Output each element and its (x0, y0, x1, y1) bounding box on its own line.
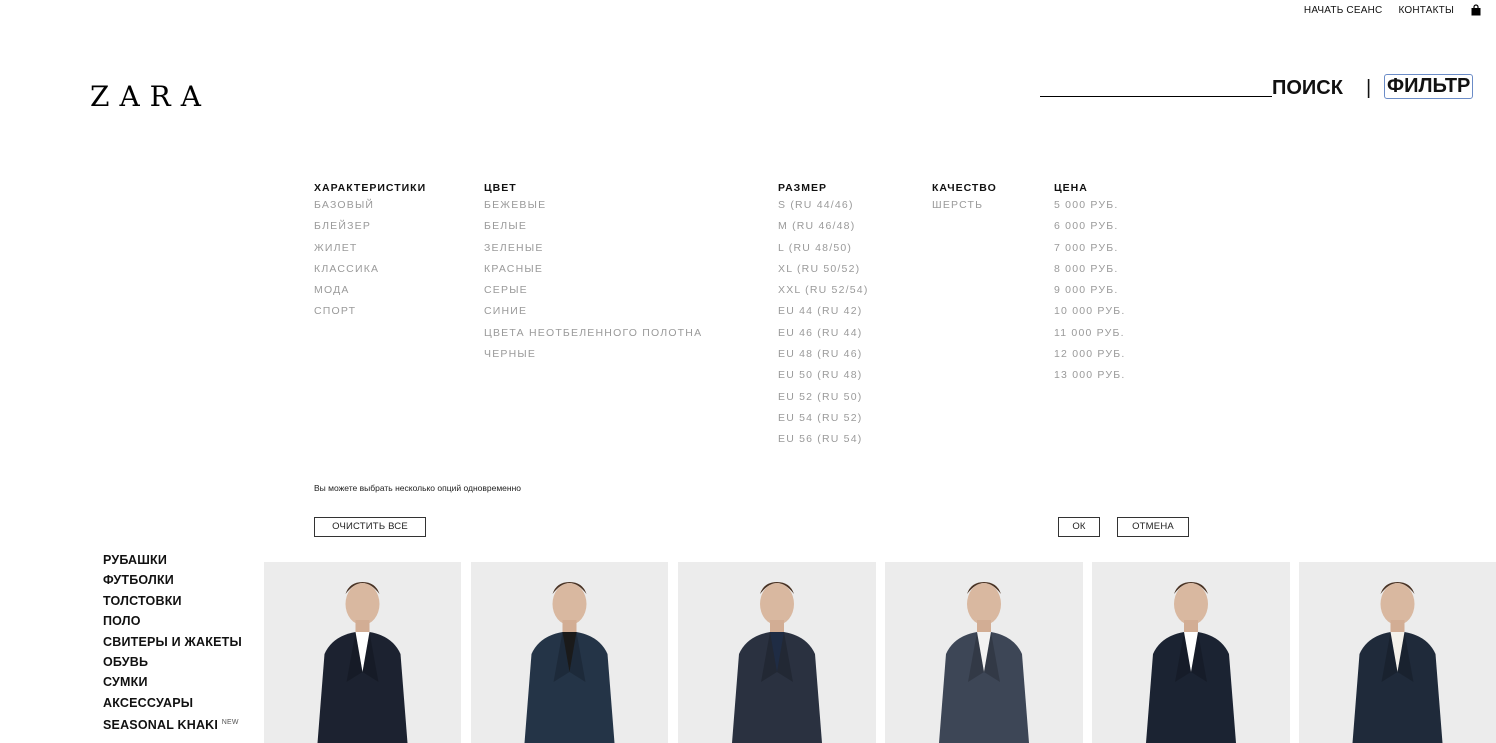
category-menu: РУБАШКИ ФУТБОЛКИ ТОЛСТОВКИ ПОЛО СВИТЕРЫ И ЖА… (103, 555, 263, 743)
filter-option-color[interactable]: ЗЕЛЕНЫЕ (484, 242, 702, 263)
filter-option-size[interactable]: EU 48 (RU 46) (778, 348, 869, 369)
category-label: СВИТЕРЫ И ЖАКЕТЫ (103, 634, 242, 649)
category-item[interactable]: СВИТЕРЫ И ЖАКЕТЫ (103, 632, 263, 652)
product-image (1092, 562, 1290, 743)
filter-option-size[interactable]: EU 50 (RU 48) (778, 369, 869, 390)
filter-option-size[interactable]: S (RU 44/46) (778, 199, 869, 220)
product-image (1299, 562, 1496, 743)
category-item[interactable]: АКСЕССУАРЫ (103, 693, 263, 713)
filter-option-size[interactable]: L (RU 48/50) (778, 242, 869, 263)
filter-option-characteristics[interactable]: ЖИЛЕТ (314, 242, 426, 263)
filter-option-characteristics[interactable]: БЛЕЙЗЕР (314, 220, 426, 241)
product-card[interactable] (885, 562, 1083, 743)
category-label: ПОЛО (103, 614, 141, 629)
category-item[interactable]: SEASONAL KHAKI NEW (103, 713, 263, 733)
filter-column-quality: КАЧЕСТВО ШЕРСТЬ (932, 182, 997, 220)
category-label: ТОЛСТОВКИ (103, 593, 182, 608)
filter-heading: РАЗМЕР (778, 182, 827, 194)
category-item[interactable]: ОБУВЬ (103, 652, 263, 672)
filter-option-size[interactable]: XXL (RU 52/54) (778, 284, 869, 305)
filter-heading: КАЧЕСТВО (932, 182, 997, 194)
filter-option-characteristics[interactable]: КЛАССИКА (314, 263, 426, 284)
product-card[interactable] (678, 562, 876, 743)
filter-option-price[interactable]: 10 000 РУБ. (1054, 305, 1125, 326)
filter-column-color: ЦВЕТ БЕЖЕВЫЕ БЕЛЫЕ ЗЕЛЕНЫЕ КРАСНЫЕ СЕРЫЕ СИНИ… (484, 182, 702, 369)
product-image (471, 562, 668, 743)
product-image (264, 562, 461, 743)
filter-heading: ХАРАКТЕРИСТИКИ (314, 182, 427, 194)
product-card[interactable] (471, 562, 668, 743)
filter-option-color[interactable]: ЧЕРНЫЕ (484, 348, 702, 369)
filter-option-characteristics[interactable]: МОДА (314, 284, 426, 305)
filter-option-quality[interactable]: ШЕРСТЬ (932, 199, 997, 220)
filter-option-color[interactable]: СЕРЫЕ (484, 284, 702, 305)
category-label: ФУТБОЛКИ (103, 573, 174, 588)
filter-option-price[interactable]: 7 000 РУБ. (1054, 242, 1125, 263)
filter-option-size[interactable]: EU 56 (RU 54) (778, 433, 869, 454)
filter-option-color[interactable]: СИНИЕ (484, 305, 702, 326)
filter-option-price[interactable]: 9 000 РУБ. (1054, 284, 1125, 305)
filter-option-color[interactable]: КРАСНЫЕ (484, 263, 702, 284)
filter-option-price[interactable]: 6 000 РУБ. (1054, 220, 1125, 241)
filter-hint: Вы можете выбрать несколько опций одновр… (314, 483, 522, 493)
filter-heading: ЦЕНА (1054, 182, 1088, 194)
filter-option-characteristics[interactable]: СПОРТ (314, 305, 426, 326)
product-image (678, 562, 876, 743)
filter-option-color[interactable]: БЕЖЕВЫЕ (484, 199, 702, 220)
filter-column-price: ЦЕНА 5 000 РУБ. 6 000 РУБ. 7 000 РУБ. 8 000… (1054, 182, 1125, 391)
filter-option-color[interactable]: ЦВЕТА НЕОТБЕЛЕННОГО ПОЛОТНА (484, 327, 702, 348)
cancel-button[interactable]: ОТМЕНА (1117, 517, 1189, 537)
filter-option-color[interactable]: БЕЛЫЕ (484, 220, 702, 241)
product-card[interactable] (1299, 562, 1496, 743)
category-label: SEASONAL KHAKI (103, 718, 219, 733)
ok-button[interactable]: ОК (1058, 517, 1100, 537)
category-label: АКСЕССУАРЫ (103, 695, 194, 710)
category-label: СУМКИ (103, 675, 148, 690)
new-badge: NEW (221, 719, 239, 727)
filter-option-price[interactable]: 11 000 РУБ. (1054, 327, 1125, 348)
category-item[interactable]: ПОЛО (103, 611, 263, 631)
filter-column-characteristics: ХАРАКТЕРИСТИКИ БАЗОВЫЙ БЛЕЙЗЕР ЖИЛЕТ КЛАССИ… (314, 182, 426, 327)
product-card[interactable] (264, 562, 461, 743)
filter-option-size[interactable]: XL (RU 50/52) (778, 263, 869, 284)
filter-option-size[interactable]: EU 52 (RU 50) (778, 391, 869, 412)
filter-heading: ЦВЕТ (484, 182, 517, 194)
category-item[interactable]: ТОЛСТОВКИ (103, 591, 263, 611)
category-item[interactable]: ФУТБОЛКИ (103, 570, 263, 590)
product-grid (264, 562, 1496, 743)
filter-panel: ХАРАКТЕРИСТИКИ БАЗОВЫЙ БЛЕЙЗЕР ЖИЛЕТ КЛАССИ… (0, 0, 1496, 560)
filter-option-size[interactable]: EU 46 (RU 44) (778, 327, 869, 348)
filter-option-price[interactable]: 13 000 РУБ. (1054, 369, 1125, 390)
category-label: РУБАШКИ (103, 555, 168, 567)
filter-option-price[interactable]: 12 000 РУБ. (1054, 348, 1125, 369)
product-card[interactable] (1092, 562, 1290, 743)
category-item[interactable]: СУМКИ (103, 672, 263, 692)
product-image (885, 562, 1083, 743)
filter-option-characteristics[interactable]: БАЗОВЫЙ (314, 199, 426, 220)
filter-column-size: РАЗМЕР S (RU 44/46) M (RU 46/48) L (RU 48/… (778, 182, 869, 455)
category-item[interactable]: РУБАШКИ (103, 555, 263, 570)
category-label: ОБУВЬ (103, 654, 149, 669)
filter-option-price[interactable]: 8 000 РУБ. (1054, 263, 1125, 284)
filter-option-size[interactable]: M (RU 46/48) (778, 220, 869, 241)
filter-option-price[interactable]: 5 000 РУБ. (1054, 199, 1125, 220)
filter-option-size[interactable]: EU 44 (RU 42) (778, 305, 869, 326)
clear-all-button[interactable]: ОЧИСТИТЬ ВСЕ (314, 517, 426, 537)
filter-option-size[interactable]: EU 54 (RU 52) (778, 412, 869, 433)
